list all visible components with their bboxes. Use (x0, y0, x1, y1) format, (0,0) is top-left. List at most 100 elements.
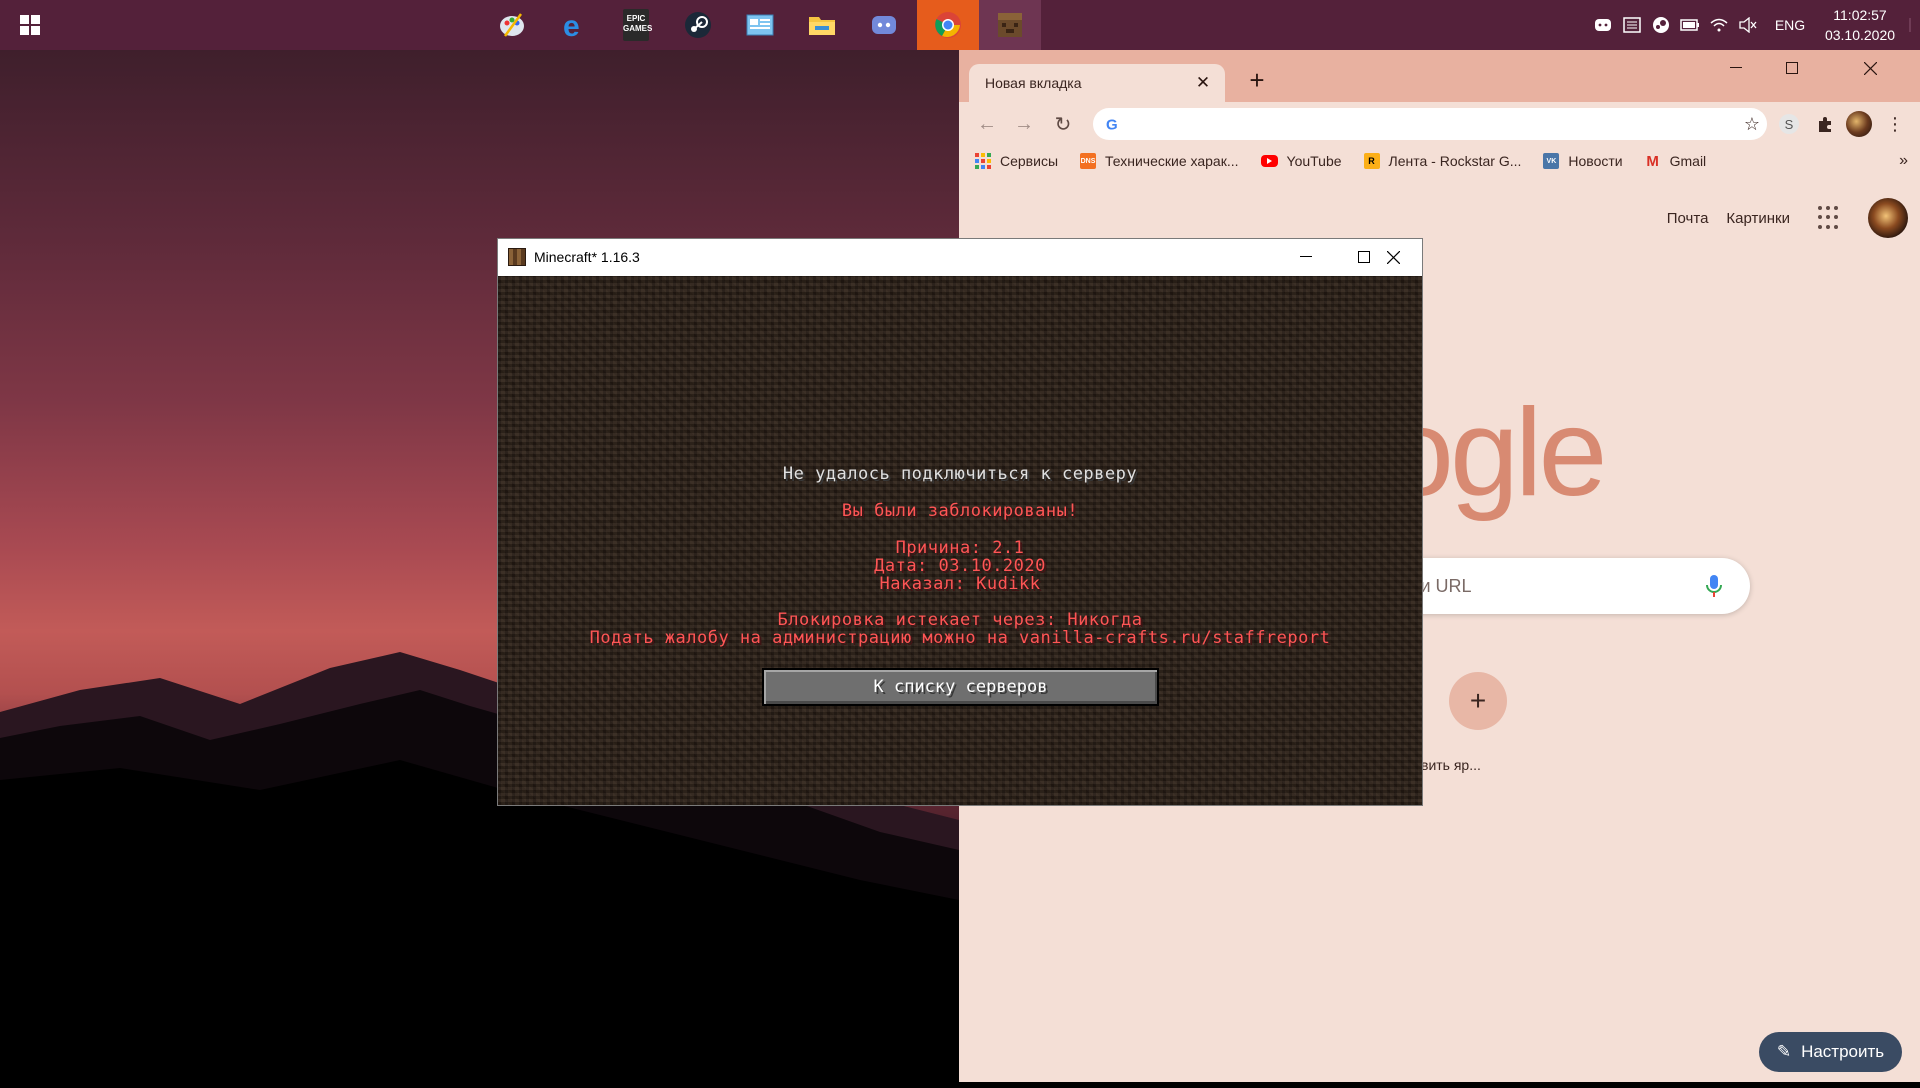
back-button[interactable]: ← (971, 108, 1003, 140)
account-avatar[interactable] (1868, 198, 1908, 238)
tab-new-tab[interactable]: Новая вкладка ✕ (969, 64, 1225, 102)
maximize-icon (1786, 62, 1798, 74)
steam-icon (685, 12, 711, 38)
minecraft-close-button[interactable] (1364, 239, 1422, 275)
profile-button[interactable] (1845, 110, 1873, 138)
taskbar-chrome[interactable] (917, 0, 979, 50)
google-apps-icon[interactable] (1818, 206, 1842, 230)
chrome-maximize-button[interactable] (1764, 50, 1820, 86)
chrome-close-button[interactable] (1820, 50, 1920, 86)
taskbar-steam[interactable] (667, 0, 729, 50)
minecraft-disconnect-screen: Не удалось подключиться к серверу Вы был… (498, 276, 1422, 805)
arrow-left-icon: ← (977, 112, 997, 135)
customize-label: Настроить (1801, 1042, 1885, 1061)
bookmark-label: Лента - Rockstar G... (1388, 153, 1522, 169)
tray-steam[interactable] (1646, 0, 1675, 50)
bookmark-star-button[interactable]: ☆ (1737, 109, 1767, 139)
taskbar-file-explorer[interactable] (791, 0, 853, 50)
gmail-link[interactable]: Почта (1667, 210, 1709, 227)
minecraft-window: Minecraft* 1.16.3 Не удалось подключитьс… (497, 238, 1423, 806)
extensions-button[interactable] (1811, 110, 1839, 138)
steam-tray-icon (1652, 17, 1669, 33)
control-panel-icon (746, 14, 774, 36)
wifi-icon (1710, 18, 1727, 32)
tray-wifi[interactable] (1704, 0, 1733, 50)
bookmark-services[interactable]: Сервисы (975, 153, 1058, 169)
new-tab-button[interactable]: + (1237, 60, 1277, 100)
chrome-minimize-button[interactable] (1708, 50, 1764, 86)
ban-expires: Блокировка истекает через: Никогда (777, 610, 1143, 630)
kebab-menu-icon: ⋮ (1886, 113, 1904, 134)
tray-discord[interactable] (1588, 0, 1617, 50)
taskbar-minecraft[interactable] (979, 0, 1041, 50)
windows-logo-icon (20, 15, 40, 35)
star-icon: ☆ (1743, 113, 1761, 134)
bookmark-gmail[interactable]: M Gmail (1645, 152, 1707, 170)
start-button[interactable] (0, 0, 60, 50)
clock-time: 11:02:57 (1833, 7, 1887, 23)
apps-icon (975, 153, 991, 169)
minecraft-minimize-button[interactable] (1277, 239, 1335, 275)
forward-button[interactable]: → (1008, 108, 1040, 140)
reload-button[interactable]: ↻ (1047, 108, 1079, 140)
bookmark-label: Технические харак... (1105, 153, 1239, 169)
bookmark-dns[interactable]: DNS Технические харак... (1080, 153, 1239, 169)
edge-icon: e (563, 11, 580, 39)
bookmark-youtube[interactable]: YouTube (1260, 153, 1342, 169)
add-shortcut-label: вить яр... (1421, 757, 1481, 773)
bookmark-label: YouTube (1286, 153, 1342, 169)
tray-volume[interactable] (1733, 0, 1762, 50)
gmail-icon: M (1646, 152, 1659, 170)
arrow-right-icon: → (1014, 112, 1034, 135)
tab-title: Новая вкладка (985, 75, 1082, 91)
ban-date: Дата: 03.10.2020 (874, 556, 1046, 576)
language-indicator[interactable]: ENG (1762, 17, 1818, 33)
microphone-icon[interactable] (1704, 574, 1724, 598)
minecraft-titlebar[interactable]: Minecraft* 1.16.3 (498, 239, 1422, 275)
tray-app[interactable] (1617, 0, 1646, 50)
bookmark-label: Сервисы (1000, 153, 1059, 169)
window-tray-icon (1622, 17, 1641, 33)
customize-button[interactable]: ✎ Настроить (1759, 1032, 1902, 1072)
dns-icon: DNS (1080, 153, 1097, 169)
clock-date: 03.10.2020 (1824, 27, 1896, 43)
chrome-tab-strip: Новая вкладка ✕ + (959, 50, 1920, 102)
battery-icon (1679, 19, 1699, 31)
disconnect-heading: Не удалось подключиться к серверу (782, 464, 1138, 484)
notifications-button[interactable] (1902, 0, 1920, 50)
taskbar-epic-games[interactable]: EPIC GAMES (605, 0, 667, 50)
taskbar-control-panel[interactable] (729, 0, 791, 50)
plus-icon: + (1469, 685, 1487, 716)
bookmark-label: Gmail (1669, 153, 1707, 169)
window-title: Minecraft* 1.16.3 (534, 249, 640, 265)
extension-s-button[interactable]: S (1775, 110, 1803, 138)
youtube-icon (1260, 155, 1278, 167)
images-link[interactable]: Картинки (1726, 210, 1790, 227)
clock[interactable]: 11:02:57 03.10.2020 (1818, 5, 1902, 45)
chrome-menu-button[interactable]: ⋮ (1881, 110, 1909, 138)
taskbar-edge[interactable]: e (543, 0, 605, 50)
svg-text:e: e (563, 11, 580, 39)
bookmark-rockstar[interactable]: R Лента - Rockstar G... (1363, 153, 1522, 169)
back-to-server-list-button[interactable]: К списку серверов (762, 668, 1159, 706)
tab-close-icon[interactable]: ✕ (1193, 73, 1213, 93)
paint-app-icon (500, 13, 524, 37)
minimize-icon (1730, 67, 1742, 68)
ban-punisher: Наказал: Kudikk (879, 574, 1041, 594)
ntp-search-box[interactable]: ли URL (1384, 558, 1750, 614)
address-input[interactable] (1129, 115, 1737, 133)
system-tray: ENG 11:02:57 03.10.2020 (1588, 0, 1920, 50)
address-bar[interactable]: G ☆ (1093, 108, 1767, 140)
taskbar-discord[interactable] (853, 0, 915, 50)
add-shortcut-button[interactable]: + (1449, 672, 1507, 730)
rockstar-icon: R (1363, 153, 1380, 169)
tray-battery[interactable] (1675, 0, 1704, 50)
search-placeholder: ли URL (1410, 575, 1472, 596)
minecraft-block-icon (508, 248, 526, 266)
bookmark-vk-news[interactable]: VK Новости (1543, 153, 1623, 169)
show-desktop-icon (1909, 18, 1911, 32)
bookmarks-overflow-button[interactable]: » (1899, 152, 1908, 170)
close-icon (1863, 61, 1877, 75)
ntp-header-links: Почта Картинки (1667, 198, 1920, 238)
taskbar-paint-app[interactable] (481, 0, 543, 50)
